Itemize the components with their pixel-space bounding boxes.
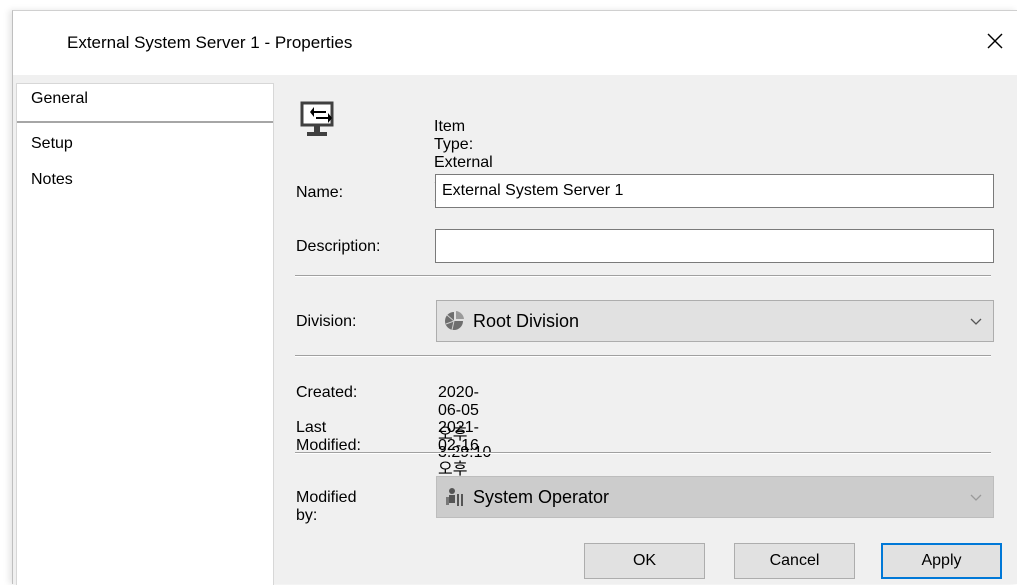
nav-item-setup[interactable]: Setup [31,135,73,153]
properties-dialog: External System Server 1 - Properties Ge… [12,10,1017,585]
modified-by-value: System Operator [473,486,610,507]
last-modified-label: Last Modified: [296,419,361,454]
separator [295,275,991,277]
cancel-button[interactable]: Cancel [734,543,855,579]
category-nav: General Setup Notes [16,83,274,585]
nav-selection-underline [17,121,273,123]
name-label: Name: [296,184,344,201]
chevron-down-icon [970,494,982,501]
division-value: Root Division [473,310,580,331]
division-label: Division: [296,313,357,330]
division-icon [443,310,465,332]
separator [295,452,991,454]
division-dropdown[interactable]: Root Division [436,300,994,342]
dialog-content: General Setup Notes Item Type: External … [13,75,1017,585]
chevron-down-icon [970,318,982,325]
created-label: Created: [296,384,358,401]
separator [295,355,991,357]
name-field[interactable] [435,174,994,208]
title-bar: External System Server 1 - Properties [13,11,1017,75]
description-field[interactable] [435,229,994,263]
close-icon [987,33,1003,49]
description-label: Description: [296,238,381,255]
close-button[interactable] [972,11,1017,71]
ok-button[interactable]: OK [584,543,705,579]
modified-by-label: Modified by: [296,489,357,524]
nav-item-notes[interactable]: Notes [31,171,73,189]
external-system-server-icon [300,101,334,136]
window-title: External System Server 1 - Properties [67,33,353,52]
modified-by-dropdown: System Operator [436,476,994,518]
operator-icon [443,486,465,508]
apply-button[interactable]: Apply [881,543,1002,579]
nav-item-general[interactable]: General [17,90,273,108]
